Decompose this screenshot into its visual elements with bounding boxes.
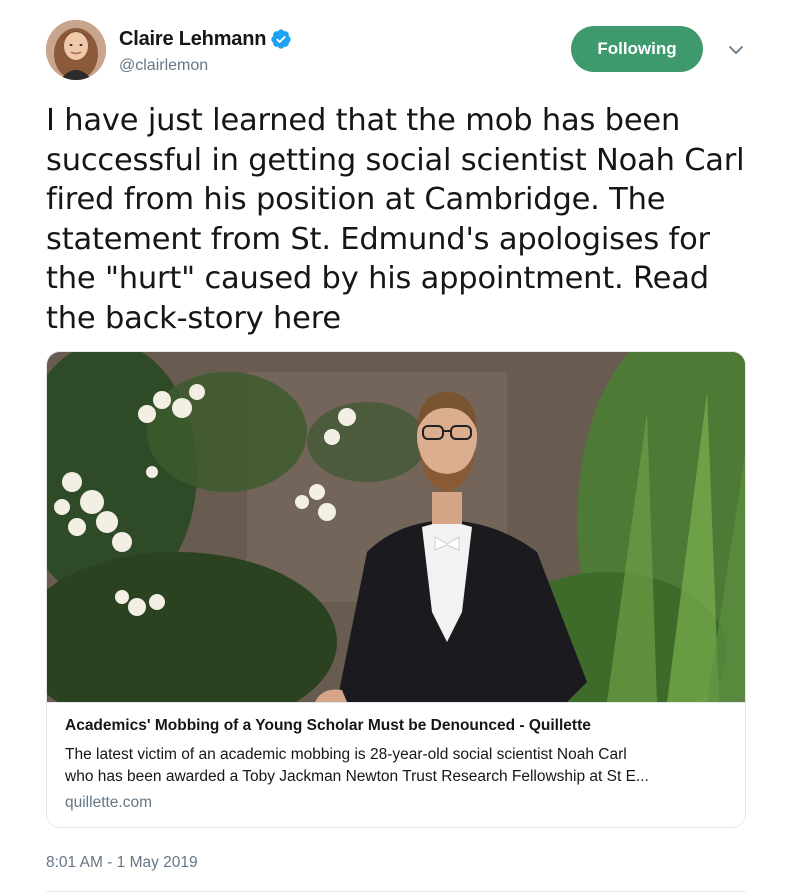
avatar[interactable] (46, 20, 106, 80)
card-description-line: The latest victim of an academic mobbing… (65, 746, 627, 763)
tweet-text-line: statement from St. Edmund's apologises f… (46, 221, 710, 257)
display-name[interactable]: Claire Lehmann (119, 28, 266, 51)
tweet-text-line: the "hurt" caused by his appointment. Re… (46, 261, 709, 296)
card-title: Academics' Mobbing of a Young Scholar Mu… (65, 717, 591, 734)
card-domain: quillette.com (65, 794, 153, 811)
tweet-text-line: successful in getting social scientist N… (46, 142, 745, 178)
handle[interactable]: @clairlemon (119, 57, 292, 75)
card-description: The latest victim of an academic mobbing… (65, 744, 725, 788)
divider (46, 891, 746, 892)
tweet-text: I have just learned that the mob has bee… (46, 101, 746, 338)
author-names: Claire Lehmann @clairlemon (119, 26, 292, 75)
tweet-text-line: I have just learned that the mob has bee… (46, 103, 681, 138)
chevron-down-icon[interactable] (726, 40, 746, 60)
name-row: Claire Lehmann (119, 26, 292, 52)
profile-photo-icon (46, 20, 106, 80)
following-button[interactable]: Following (571, 26, 703, 72)
tweet: Claire Lehmann @clairlemon Following I h… (0, 0, 793, 893)
card-body[interactable]: Academics' Mobbing of a Young Scholar Mu… (47, 702, 745, 827)
card-image[interactable] (47, 352, 746, 702)
verified-badge-icon (271, 29, 291, 49)
card-description-line: who has been awarded a Toby Jackman Newt… (65, 768, 649, 785)
tweet-text-line: the back-story here (46, 300, 341, 336)
tweet-text-line: fired from his position at Cambridge. Th… (46, 182, 666, 217)
link-preview-card[interactable]: Academics' Mobbing of a Young Scholar Mu… (46, 351, 746, 828)
tweet-timestamp[interactable]: 8:01 AM - 1 May 2019 (46, 854, 198, 872)
tweet-header: Claire Lehmann @clairlemon Following (46, 20, 756, 82)
